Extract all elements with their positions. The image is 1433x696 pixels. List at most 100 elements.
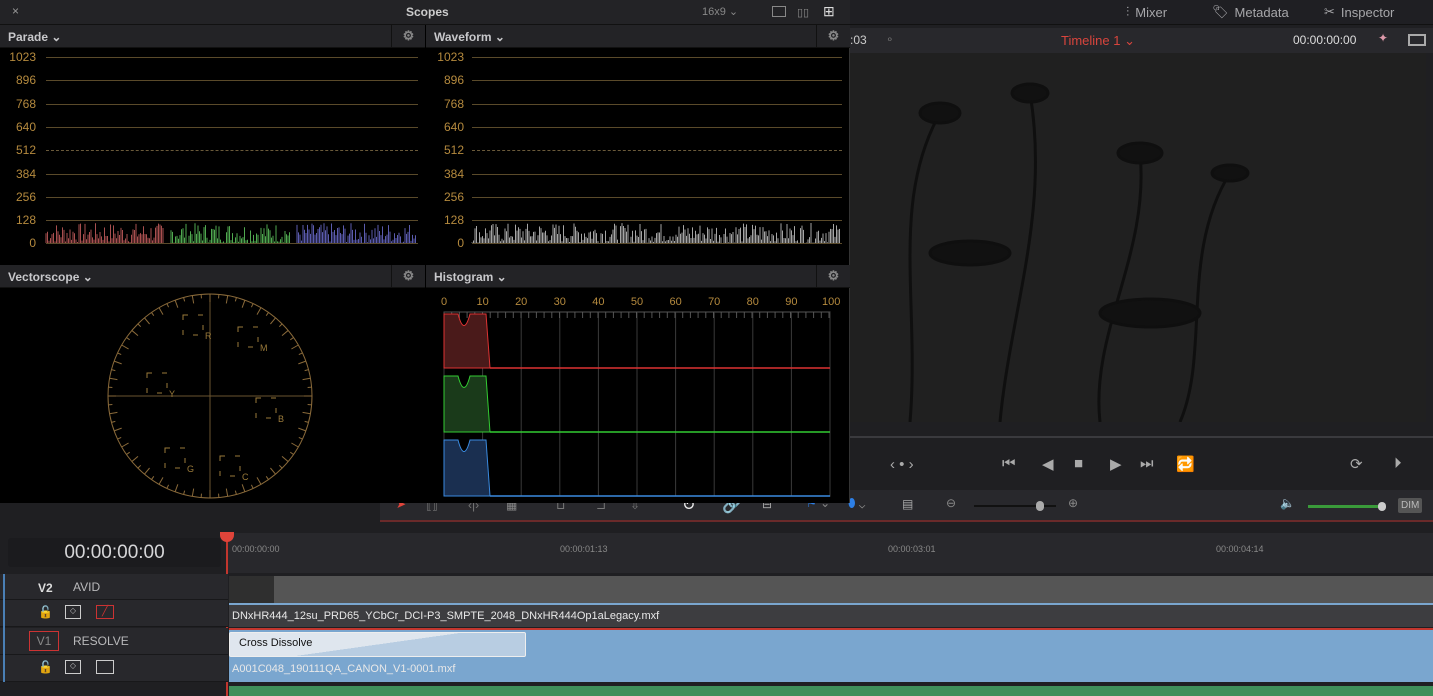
vectorscope-tick: [265, 312, 269, 317]
scopes-panel: × Scopes 16x9 ⌄ ▯▯ ⊞ Parade ⌄ ⚙ Waveform …: [0, 0, 850, 503]
lock-icon[interactable]: 🔓: [38, 660, 53, 674]
vectorscope-tick: [278, 464, 283, 469]
vectorscope-target: [255, 397, 277, 419]
vectorscope-tick: [117, 436, 122, 440]
vectorscope-tick: [121, 344, 129, 350]
track-disabled-icon[interactable]: ╱: [96, 605, 114, 619]
reverse-icon[interactable]: ◀: [1042, 455, 1054, 473]
clip-v2-thumbnail[interactable]: [229, 576, 1433, 603]
histogram-channel-blue: [443, 439, 491, 497]
vectorscope-tick: [291, 442, 299, 448]
jog-control[interactable]: ‹ • ›: [890, 456, 914, 473]
mixer-icon: ⫶: [1126, 4, 1130, 19]
cross-dissolve-transition[interactable]: Cross Dissolve: [229, 632, 526, 657]
vectorscope-tick: [126, 451, 131, 455]
mixer-button[interactable]: ⫶ Mixer: [1126, 4, 1167, 20]
vectorscope-tick: [137, 323, 142, 328]
volume-slider-handle[interactable]: [1378, 502, 1386, 511]
track-enabled-icon[interactable]: [96, 660, 114, 674]
histogram-tick-label: 60: [669, 296, 682, 308]
dot-icon: ∘: [886, 32, 894, 46]
histogram-tick-label: 10: [476, 296, 489, 308]
histogram-channel-red: [443, 313, 491, 369]
vectorscope-tick: [113, 427, 122, 432]
zoom-in-icon[interactable]: ⊕: [1068, 496, 1078, 510]
volume-icon[interactable]: 🔈: [1280, 496, 1295, 510]
go-to-end-icon[interactable]: ⏭: [1140, 455, 1154, 472]
vectorscope-tick: [111, 420, 116, 423]
histogram-tick-label: 30: [553, 296, 566, 308]
vectorscope-tick: [191, 488, 195, 497]
vectorscope-tick: [234, 297, 237, 302]
vectorscope-tick: [278, 323, 283, 328]
vectorscope-tick: [256, 477, 262, 485]
next-edit-icon[interactable]: ⏵: [1394, 455, 1402, 472]
vectorscope-tick: [289, 337, 294, 341]
play-icon[interactable]: ▶: [1110, 455, 1122, 473]
volume-slider[interactable]: [1308, 502, 1386, 511]
lock-icon[interactable]: 🔓: [38, 605, 53, 619]
vectorscope-tick: [298, 352, 303, 356]
vectorscope-tick: [281, 456, 289, 462]
vectorscope-tick: [109, 411, 118, 415]
clip-v2[interactable]: DNxHR444_12su_PRD65_YCbCr_DCI-P3_SMPTE_2…: [229, 603, 1433, 627]
vectorscope-tick: [302, 411, 311, 415]
transport-controls: ‹ • › ⏮ ◀ ■ ▶ ⏭ 🔁 ⟳ ⏵: [850, 450, 1433, 480]
vectorscope-tick: [298, 360, 307, 365]
parade-blue-trace: [296, 223, 416, 243]
auto-select-icon[interactable]: ◇: [65, 605, 81, 619]
zoom-slider-handle[interactable]: [1036, 501, 1044, 511]
viewer-size-icon[interactable]: [1408, 34, 1426, 46]
vectorscope-tick: [250, 303, 254, 308]
vectorscope-target-label: B: [278, 414, 284, 424]
scrubber-bar[interactable]: [850, 436, 1433, 438]
vectorscope-target: [164, 447, 186, 469]
go-to-start-icon[interactable]: ⏮: [1002, 455, 1016, 472]
inspector-icon: ✂: [1324, 4, 1335, 19]
track-header-v1[interactable]: V1 RESOLVE: [0, 628, 228, 655]
track-header-v2[interactable]: V2 AVID: [0, 574, 228, 600]
auto-select-icon[interactable]: ◇: [65, 660, 81, 674]
inspector-button[interactable]: ✂ Inspector: [1324, 4, 1394, 20]
dim-button[interactable]: DIM: [1398, 498, 1423, 513]
track-selection-bar: [3, 574, 5, 682]
vectorscope-target: [182, 314, 204, 336]
match-frame-icon[interactable]: ⟳: [1350, 455, 1363, 473]
zoom-out-icon[interactable]: ⊖: [946, 496, 956, 510]
color-effects-icon[interactable]: ✦: [1378, 31, 1388, 45]
loop-icon[interactable]: 🔁: [1176, 455, 1195, 473]
vectorscope-tick: [137, 464, 142, 469]
vectorscope-tick: [166, 303, 170, 308]
histogram-channel-green: [443, 375, 491, 433]
vectorscope-tick: [304, 420, 309, 423]
timeline-ruler[interactable]: 00:00:00:00 00:00:01:13 00:00:03:01 00:0…: [228, 533, 1433, 573]
vectorscope-target-label: C: [242, 472, 249, 482]
viewer-header: :03 ∘ Timeline 1 ⌄ 00:00:00:00 ✦: [850, 28, 1433, 53]
vectorscope-tick: [270, 467, 276, 475]
vectorscope-tick: [183, 490, 186, 495]
vectorscope-tick: [298, 427, 307, 432]
vectorscope-target-label: M: [260, 343, 268, 353]
zoom-slider[interactable]: [974, 501, 1056, 511]
vectorscope-target-label: G: [187, 464, 194, 474]
vectorscope-tick: [241, 484, 246, 493]
vectorscope-target: [146, 372, 168, 394]
histogram-tick-label: 90: [785, 296, 798, 308]
histogram-tick-label: 70: [708, 296, 721, 308]
vectorscope-tick: [281, 330, 289, 336]
timeline-selector[interactable]: Timeline 1 ⌄: [1061, 33, 1135, 49]
timeline-view-icon[interactable]: ▤: [902, 497, 913, 511]
histogram-tick-label: 40: [592, 296, 605, 308]
stop-icon[interactable]: ■: [1074, 455, 1083, 472]
audio-clip[interactable]: [229, 686, 1433, 696]
histogram-tick-label: 20: [515, 296, 528, 308]
vectorscope-tick: [225, 488, 229, 497]
scope-traces: R M Y B G C: [45, 223, 840, 499]
vectorscope-tick: [151, 312, 155, 317]
waveform-trace: [471, 223, 840, 243]
marker-icon[interactable]: ⬮ ⌄: [848, 496, 865, 511]
vectorscope-tick: [256, 307, 262, 315]
vectorscope-tick: [126, 337, 131, 341]
histogram-tick-label: 0: [440, 296, 448, 308]
metadata-button[interactable]: 🏷 Metadata: [1212, 4, 1289, 20]
